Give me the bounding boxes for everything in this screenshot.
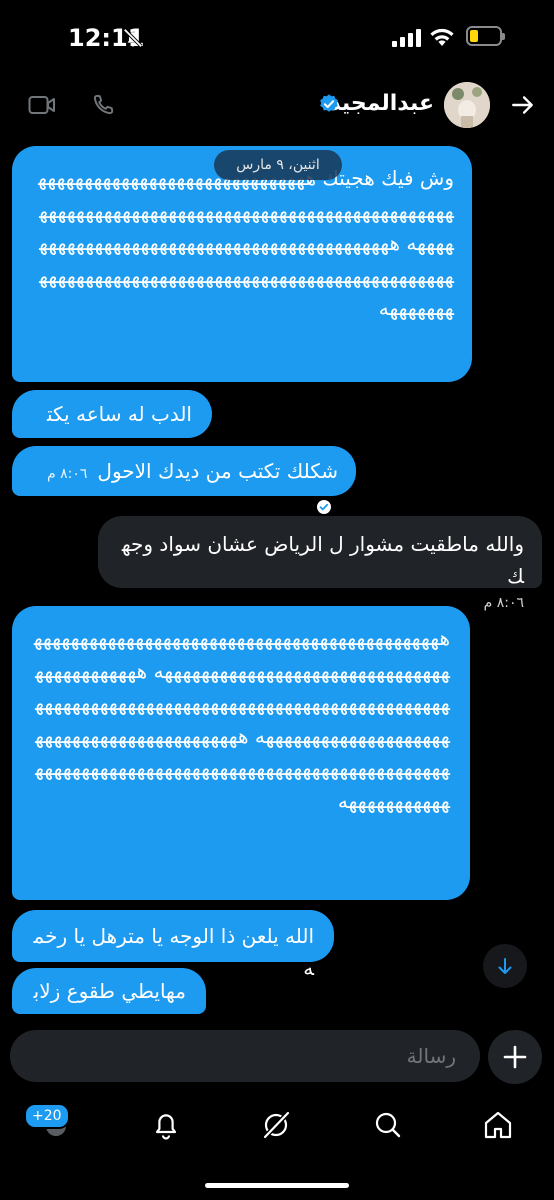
message-bubble-sent[interactable]: والله ماطقيت مشوار ل الرياض عشان سواد وج… xyxy=(98,516,542,611)
date-separator: اثنين، ٩ مارس xyxy=(214,150,342,180)
bell-icon xyxy=(155,1114,177,1140)
message-text: مهايطي طقوع زلابه xyxy=(33,979,186,1014)
message-bubble[interactable]: الدب له ساعه يكتب xyxy=(12,390,212,458)
arrow-down-icon xyxy=(498,958,512,974)
wifi-icon xyxy=(430,28,454,46)
notification-badge: +20 xyxy=(24,1103,70,1129)
message-text: والله ماطقيت مشوار ل الرياض عشان سواد وج… xyxy=(121,532,524,588)
nav-notifications[interactable] xyxy=(136,1104,196,1144)
add-media-button[interactable] xyxy=(488,1030,542,1084)
search-icon xyxy=(375,1112,401,1138)
battery-icon xyxy=(466,26,505,46)
home-icon xyxy=(484,1111,512,1139)
nav-search[interactable] xyxy=(358,1104,418,1144)
message-text: شكلك تكتب من ديدك الاحول xyxy=(97,459,338,483)
bell-off-icon xyxy=(123,28,143,48)
message-bubble[interactable]: وش فيك هجيتك ههههههههههههههههههههههههههه… xyxy=(12,146,472,382)
message-bubble[interactable]: الله يلعن ذا الوجه يا مترهل يا رخمه xyxy=(12,910,334,980)
message-bubble[interactable]: مهايطي طقوع زلابه xyxy=(12,968,206,1014)
message-bubble[interactable]: هههههههههههههههههههههههههههههههههههههههه… xyxy=(12,606,470,900)
avatar[interactable] xyxy=(444,82,490,128)
home-indicator xyxy=(205,1183,349,1188)
contact-name[interactable]: عبدالمجيد xyxy=(329,91,434,116)
phone-icon[interactable] xyxy=(90,92,116,118)
message-text: وش فيك هجيتك ههههههههههههههههههههههههههه… xyxy=(38,166,454,320)
plus-icon xyxy=(503,1045,527,1069)
nav-home[interactable] xyxy=(468,1104,528,1144)
read-receipt-icon xyxy=(317,500,331,514)
message-time: ٨:٠٦ م xyxy=(47,466,88,482)
video-call-icon[interactable] xyxy=(28,92,56,118)
nav-grok[interactable] xyxy=(246,1104,306,1144)
grok-icon xyxy=(263,1111,290,1139)
message-composer xyxy=(10,1030,480,1082)
message-text: هههههههههههههههههههههههههههههههههههههههه… xyxy=(33,626,450,813)
message-bubble[interactable]: شكلك تكتب من ديدك الاحول ٨:٠٦ م xyxy=(12,446,356,514)
scroll-to-bottom-button[interactable] xyxy=(483,944,527,988)
verified-badge-icon xyxy=(320,94,338,112)
message-input[interactable] xyxy=(10,1030,480,1082)
signal-icon xyxy=(392,29,421,47)
back-arrow-icon[interactable] xyxy=(510,92,536,118)
